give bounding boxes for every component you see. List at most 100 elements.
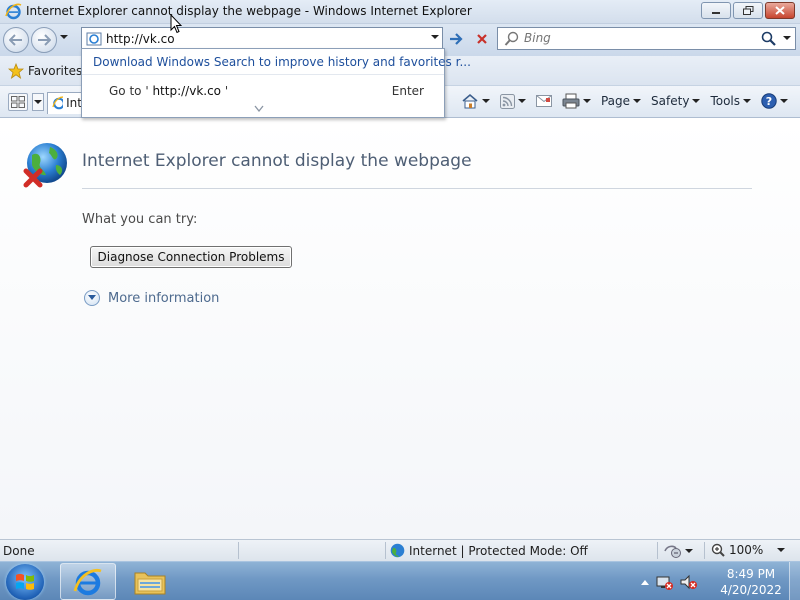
divider bbox=[82, 188, 752, 189]
close-icon bbox=[775, 6, 785, 15]
show-hidden-icons-icon[interactable] bbox=[640, 578, 650, 586]
error-page: Internet Explorer cannot display the web… bbox=[0, 119, 800, 539]
security-zone[interactable]: Internet | Protected Mode: Off bbox=[390, 543, 588, 558]
favorites-star-icon bbox=[8, 63, 24, 79]
feeds-button[interactable] bbox=[496, 93, 532, 109]
taskbar: 8:49 PM 4/20/2022 bbox=[0, 561, 800, 600]
browser-tab[interactable]: Int bbox=[47, 92, 83, 114]
zoom-icon bbox=[711, 543, 725, 557]
search-options-dropdown[interactable] bbox=[783, 36, 791, 40]
go-button[interactable] bbox=[446, 29, 466, 49]
mouse-cursor-icon bbox=[170, 14, 182, 34]
recent-pages-dropdown[interactable] bbox=[60, 35, 68, 39]
internet-explorer-icon bbox=[73, 568, 102, 595]
system-clock[interactable]: 8:49 PM 4/20/2022 bbox=[716, 566, 786, 598]
zoom-control[interactable]: 100% bbox=[711, 543, 786, 557]
search-box[interactable] bbox=[497, 27, 796, 50]
status-text: Done bbox=[3, 544, 35, 558]
forward-button[interactable] bbox=[31, 27, 57, 53]
print-dropdown-icon[interactable] bbox=[582, 99, 591, 103]
divider bbox=[238, 542, 239, 559]
divider bbox=[657, 542, 658, 559]
home-icon bbox=[462, 93, 478, 109]
search-icon[interactable] bbox=[761, 31, 777, 47]
globe-error-icon bbox=[23, 143, 67, 188]
error-title: Internet Explorer cannot display the web… bbox=[82, 151, 472, 171]
tab-title: Int bbox=[66, 96, 82, 110]
quick-tabs-button[interactable] bbox=[8, 93, 28, 111]
divider bbox=[82, 74, 444, 75]
address-bar[interactable] bbox=[81, 27, 443, 50]
search-input[interactable] bbox=[524, 31, 754, 45]
zoom-dropdown-icon[interactable] bbox=[777, 548, 786, 552]
svg-text:?: ? bbox=[766, 95, 772, 108]
windows-search-link[interactable]: Download Windows Search to improve histo… bbox=[93, 55, 471, 69]
windows-logo-icon bbox=[16, 573, 34, 590]
forward-arrow-icon bbox=[38, 34, 51, 46]
tab-list-dropdown[interactable] bbox=[32, 93, 44, 111]
address-dropdown[interactable] bbox=[431, 35, 439, 39]
folder-icon bbox=[134, 572, 166, 594]
go-arrow-icon bbox=[450, 33, 463, 45]
address-autocomplete-dropdown: Download Windows Search to improve histo… bbox=[81, 48, 471, 118]
diagnose-connection-button[interactable]: Diagnose Connection Problems bbox=[90, 246, 292, 268]
help-button[interactable]: ? bbox=[757, 93, 794, 109]
chevron-down-icon bbox=[692, 99, 701, 103]
go-to-prefix: Go to ' bbox=[109, 84, 149, 98]
home-button[interactable] bbox=[457, 93, 496, 109]
show-desktop-button[interactable] bbox=[789, 562, 800, 600]
enter-hint: Enter bbox=[391, 84, 424, 98]
go-to-url: http://vk.co bbox=[152, 84, 222, 98]
feeds-dropdown-icon[interactable] bbox=[517, 99, 526, 103]
favorites-label: Favorites bbox=[28, 64, 83, 78]
chevron-down-icon bbox=[34, 100, 42, 104]
taskbar-internet-explorer[interactable] bbox=[60, 563, 116, 600]
what-you-can-try-label: What you can try: bbox=[82, 212, 198, 227]
quick-tabs-icon bbox=[11, 96, 25, 108]
chevron-down-icon bbox=[633, 99, 642, 103]
stop-icon bbox=[477, 34, 487, 44]
clock-date: 4/20/2022 bbox=[720, 583, 782, 597]
restore-button[interactable] bbox=[733, 2, 763, 19]
network-icon[interactable] bbox=[656, 574, 674, 590]
more-information-label: More information bbox=[108, 290, 220, 306]
back-button[interactable] bbox=[3, 27, 29, 53]
title-bar: Internet Explorer cannot display the web… bbox=[0, 0, 800, 24]
address-input[interactable] bbox=[106, 31, 416, 47]
go-to-suggestion[interactable]: Go to ' http://vk.co ' bbox=[109, 84, 228, 98]
rss-feed-icon bbox=[499, 93, 515, 109]
favorites-button[interactable]: Favorites bbox=[8, 63, 82, 79]
more-information-link[interactable]: More information bbox=[84, 290, 219, 306]
tab-ie-icon bbox=[52, 96, 64, 110]
expand-suggestions-icon[interactable] bbox=[254, 105, 264, 112]
page-icon bbox=[86, 32, 102, 46]
status-bar: Done Internet | Protected Mode: Off 100% bbox=[0, 539, 800, 561]
tools-menu[interactable]: Tools bbox=[706, 94, 757, 108]
go-to-suffix: ' bbox=[224, 84, 229, 98]
search-provider-icon bbox=[504, 31, 519, 46]
safety-menu[interactable]: Safety bbox=[647, 94, 706, 108]
protected-mode-icon bbox=[664, 545, 681, 558]
divider bbox=[704, 542, 705, 559]
zone-label: Internet | Protected Mode: Off bbox=[409, 543, 588, 558]
stop-button[interactable] bbox=[472, 29, 492, 49]
back-arrow-icon bbox=[9, 34, 22, 46]
page-menu[interactable]: Page bbox=[597, 94, 647, 108]
tools-menu-label: Tools bbox=[710, 94, 740, 108]
taskbar-windows-explorer[interactable] bbox=[122, 563, 178, 600]
zoom-level: 100% bbox=[729, 543, 764, 557]
minimize-button[interactable] bbox=[701, 2, 731, 19]
internet-explorer-icon bbox=[5, 3, 22, 20]
close-button[interactable] bbox=[765, 2, 795, 19]
read-mail-button[interactable] bbox=[532, 95, 558, 107]
help-dropdown-icon[interactable] bbox=[780, 99, 788, 103]
volume-muted-icon[interactable] bbox=[680, 574, 698, 590]
home-dropdown-icon[interactable] bbox=[481, 99, 490, 103]
chevron-down-icon bbox=[84, 290, 100, 306]
chevron-down-icon bbox=[743, 99, 751, 103]
window-title: Internet Explorer cannot display the web… bbox=[26, 4, 472, 18]
start-button[interactable] bbox=[6, 564, 44, 600]
restore-icon bbox=[742, 6, 753, 15]
print-button[interactable] bbox=[558, 93, 597, 109]
popup-settings-button[interactable] bbox=[664, 543, 693, 558]
